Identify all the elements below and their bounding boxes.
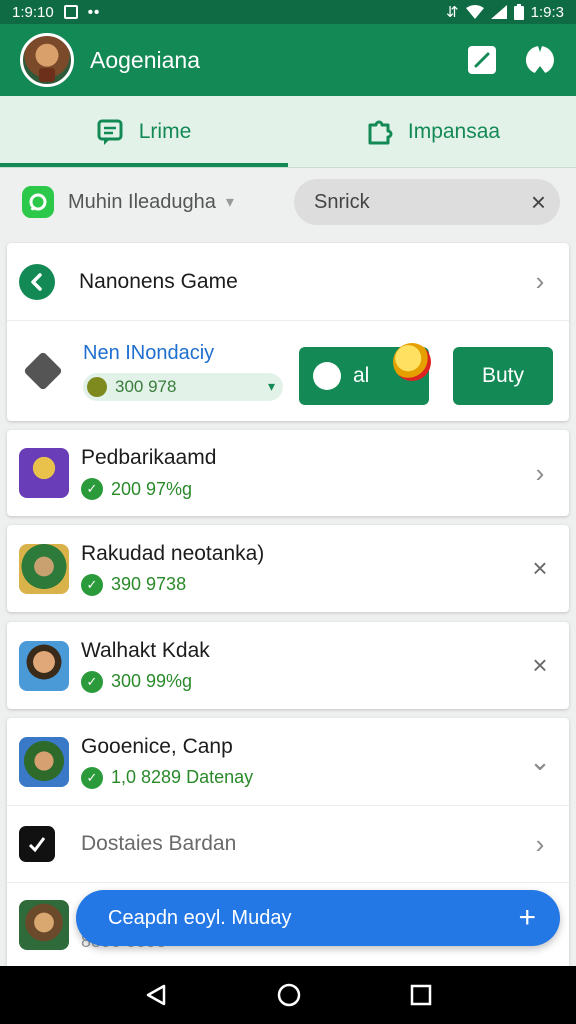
close-icon[interactable]: ×: [525, 650, 555, 681]
game-name: Pedbarikaamd: [81, 446, 217, 469]
back-icon[interactable]: [19, 263, 55, 300]
buy-button[interactable]: Buty: [453, 347, 553, 405]
chat-button-label: al: [353, 364, 370, 387]
game-price: 300 99%g: [111, 671, 193, 691]
game-thumbnail: [19, 899, 69, 950]
item-title: Dostaies Bardan: [81, 832, 237, 855]
game-thumbnail: [19, 543, 69, 594]
app-bar: Aogeniana: [0, 24, 576, 96]
games-card: Nanonens Game › Nen INondaciy 300 978 ▾ …: [7, 243, 569, 421]
check-icon: ✓: [81, 766, 103, 789]
tab-label: Impansaa: [407, 119, 501, 143]
tab-lrime[interactable]: Lrime: [0, 96, 288, 167]
tab-label: Lrime: [138, 119, 192, 143]
plus-icon: +: [518, 901, 536, 934]
check-icon: ✓: [81, 670, 103, 693]
chat-button[interactable]: al: [299, 343, 431, 405]
app-title: Aogeniana: [90, 46, 200, 73]
diamond-icon: [23, 351, 63, 391]
game-card[interactable]: Walhakt Kdak ✓ 300 99%g ×: [7, 622, 569, 709]
filter-row: Muhin Ileadugha ▾ ×: [0, 168, 576, 236]
coin-icon: [87, 376, 107, 397]
more-notifications-icon: ••: [87, 3, 101, 21]
avatar[interactable]: [20, 33, 74, 87]
game-price: 390 9738: [111, 574, 187, 594]
price-value: 300 978: [115, 376, 177, 396]
list-item[interactable]: Dostaies Bardan ›: [7, 805, 569, 882]
featured-name[interactable]: Nen INondaciy: [83, 342, 283, 365]
game-name: Walhakt Kdak: [81, 638, 210, 662]
status-time: 1:9:10: [12, 3, 54, 21]
close-icon[interactable]: ×: [531, 189, 546, 215]
chevron-down-icon[interactable]: ⌄: [525, 746, 555, 777]
featured-row: Nen INondaciy 300 978 ▾ al Buty: [7, 320, 569, 421]
search-input[interactable]: [314, 190, 531, 214]
status-bar: 1:9:10 •• ⇵ 1:9:3: [0, 0, 576, 24]
profile-icon: [525, 46, 554, 74]
game-thumbnail: [19, 640, 69, 691]
chevron-down-icon: ▾: [267, 378, 275, 394]
game-card[interactable]: Pedbarikaamd ✓ 200 97%g ›: [7, 430, 569, 516]
list-item[interactable]: Gooenice, Canp ✓ 1,0 8289 Datenay ⌄: [7, 718, 569, 805]
message-icon: [22, 186, 54, 218]
back-nav-icon[interactable]: [144, 983, 168, 1007]
category-label: Muhin Ileadugha: [68, 190, 216, 213]
game-thumbnail: [19, 736, 69, 787]
battery-icon: [513, 4, 524, 20]
category-dropdown[interactable]: Muhin Ileadugha ▾: [22, 180, 284, 224]
checkbox-icon[interactable]: [19, 826, 55, 862]
system-nav-bar: [0, 966, 576, 1024]
chat-icon: [97, 119, 123, 145]
tab-bar: Lrime Impansaa: [0, 96, 576, 168]
list-item[interactable]: Walhakt Kdak ✓ 300 99%g ×: [7, 622, 569, 709]
list-title: Nanonens Game: [79, 269, 238, 293]
price-selector[interactable]: 300 978 ▾: [83, 372, 283, 401]
status-right-text: 1:9:3: [530, 3, 564, 21]
search-box: ×: [294, 179, 560, 225]
emoji-badge-icon: [393, 343, 431, 381]
chevron-right-icon[interactable]: ›: [525, 266, 555, 297]
game-price: 200 97%g: [111, 478, 193, 499]
list-item[interactable]: Pedbarikaamd ✓ 200 97%g ›: [7, 430, 569, 516]
list-header[interactable]: Nanonens Game ›: [7, 243, 569, 320]
edit-button[interactable]: [466, 44, 498, 76]
game-name: Rakudad neotanka): [81, 541, 265, 565]
create-fab-button[interactable]: Ceapdn eoyl. Muday +: [76, 890, 560, 946]
game-thumbnail: [19, 448, 69, 498]
game-price: 1,0 8289 Datenay: [111, 767, 254, 787]
data-icon: ⇵: [446, 4, 459, 21]
check-icon: ✓: [81, 573, 103, 596]
chevron-down-icon: ▾: [225, 194, 234, 211]
signal-icon: [490, 5, 507, 19]
profile-button[interactable]: [524, 44, 556, 76]
game-name: Gooenice, Canp: [81, 734, 233, 758]
notification-icon: [63, 5, 78, 19]
chevron-icon[interactable]: ›: [525, 458, 555, 489]
recents-nav-icon[interactable]: [410, 984, 432, 1006]
game-card[interactable]: Rakudad neotanka) ✓ 390 9738 ×: [7, 525, 569, 612]
tab-impansaa[interactable]: Impansaa: [288, 96, 576, 167]
fab-label: Ceapdn eoyl. Muday: [108, 906, 292, 929]
edit-icon: [468, 46, 496, 74]
wifi-icon: [465, 5, 484, 19]
chat-bubble-icon: [313, 362, 341, 390]
puzzle-icon: [368, 120, 393, 144]
list-item[interactable]: Rakudad neotanka) ✓ 390 9738 ×: [7, 525, 569, 612]
chevron-right-icon[interactable]: ›: [525, 829, 555, 860]
close-icon[interactable]: ×: [525, 553, 555, 584]
check-icon: ✓: [81, 478, 103, 500]
home-nav-icon[interactable]: [276, 982, 302, 1008]
